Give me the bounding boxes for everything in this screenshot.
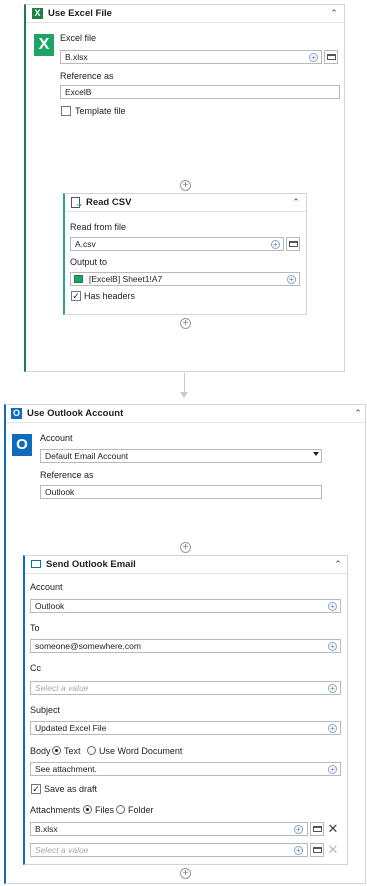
- flow-connector-line: [184, 373, 185, 393]
- save-as-draft-label: Save as draft: [44, 784, 98, 794]
- envelope-icon: [31, 560, 41, 568]
- attach-files-option: Files: [95, 805, 115, 815]
- body-add-icon[interactable]: +: [328, 765, 337, 774]
- output-value: [ExcelB] Sheet1!A7: [89, 274, 163, 284]
- use-outlook-account-card: O Use Outlook Account ⌃ O Account Defaul…: [4, 404, 366, 884]
- attach-folder-option: Folder: [128, 805, 154, 815]
- read-csv-chevron-icon[interactable]: ⌃: [290, 196, 302, 208]
- body-input[interactable]: See attachment.: [30, 762, 341, 776]
- outlook-card-title: Use Outlook Account: [27, 408, 124, 419]
- read-from-label: Read from file: [70, 222, 127, 232]
- has-headers-checkbox[interactable]: ✓: [71, 291, 81, 301]
- cc-add-icon[interactable]: +: [328, 684, 337, 693]
- subject-add-icon[interactable]: +: [328, 724, 337, 733]
- dropdown-arrow-icon[interactable]: [313, 452, 319, 456]
- cc-label: Cc: [30, 663, 41, 673]
- outlook-reference-input[interactable]: Outlook: [40, 485, 322, 499]
- send-email-title: Send Outlook Email: [46, 559, 136, 570]
- outlook-card-header[interactable]: O Use Outlook Account ⌃: [6, 405, 365, 423]
- email-account-label: Account: [30, 582, 63, 592]
- attachment-1-remove-icon[interactable]: ✕: [327, 822, 339, 836]
- template-file-checkbox[interactable]: [61, 106, 71, 116]
- send-email-header[interactable]: Send Outlook Email ⌃: [25, 556, 347, 574]
- attachment-1-add-icon[interactable]: +: [294, 825, 303, 834]
- read-csv-header[interactable]: ➜ Read CSV ⌃: [65, 194, 306, 212]
- to-add-icon[interactable]: +: [328, 642, 337, 651]
- excel-card-header[interactable]: X Use Excel File ⌃: [26, 5, 344, 23]
- cc-input[interactable]: Select a value: [30, 681, 341, 695]
- body-word-option: Use Word Document: [99, 746, 183, 756]
- to-input[interactable]: someone@somewhere.com: [30, 639, 341, 653]
- body-label: Body: [30, 746, 51, 756]
- email-account-add-icon[interactable]: +: [328, 602, 337, 611]
- attachment-2-add-icon[interactable]: +: [294, 846, 303, 855]
- account-label: Account: [40, 433, 73, 443]
- body-text-radio[interactable]: [52, 746, 61, 755]
- add-step-icon[interactable]: +: [180, 180, 191, 191]
- collapse-chevron-icon[interactable]: ⌃: [328, 7, 340, 19]
- output-to-input[interactable]: [ExcelB] Sheet1!A7: [70, 272, 300, 286]
- to-label: To: [30, 623, 40, 633]
- excel-card-title: Use Excel File: [48, 8, 112, 19]
- browse-folder-button[interactable]: [324, 50, 338, 64]
- excel-large-icon: X: [34, 34, 54, 56]
- reference-label: Reference as: [60, 71, 114, 81]
- excel-sheet-icon: [74, 275, 83, 283]
- use-excel-file-card: X Use Excel File ⌃ X Excel file B.xlsx +…: [24, 4, 345, 372]
- attachment-1-input[interactable]: B.xlsx: [30, 822, 308, 836]
- folder-icon: [313, 847, 322, 853]
- outlook-icon: O: [11, 408, 22, 419]
- template-file-label: Template file: [75, 106, 126, 116]
- folder-icon: [313, 826, 322, 832]
- read-csv-card: ➜ Read CSV ⌃ Read from file A.csv + Outp…: [63, 193, 307, 315]
- attach-files-radio[interactable]: [83, 805, 92, 814]
- read-from-input[interactable]: A.csv: [70, 237, 284, 251]
- flow-connector-arrow-icon: [180, 392, 188, 398]
- has-headers-label: Has headers: [84, 291, 136, 301]
- excel-icon: X: [32, 8, 43, 19]
- attachment-2-browse-button[interactable]: [310, 843, 324, 857]
- csv-arrow-icon: ➜: [76, 202, 82, 209]
- read-from-add-variable-icon[interactable]: +: [271, 240, 280, 249]
- reference-input[interactable]: ExcelB: [60, 85, 340, 99]
- outlook-add-step-icon[interactable]: +: [180, 542, 191, 553]
- attachment-1-browse-button[interactable]: [310, 822, 324, 836]
- add-step-icon-2[interactable]: +: [180, 318, 191, 329]
- read-from-browse-button[interactable]: [286, 237, 300, 251]
- account-select[interactable]: Default Email Account: [40, 449, 322, 463]
- folder-icon: [289, 241, 298, 247]
- body-word-radio[interactable]: [87, 746, 96, 755]
- excel-file-input[interactable]: B.xlsx: [60, 50, 322, 64]
- attachment-2-remove-icon[interactable]: ✕: [327, 843, 339, 857]
- outlook-large-icon: O: [12, 434, 32, 456]
- outlook-collapse-chevron-icon[interactable]: ⌃: [352, 407, 364, 419]
- body-text-option: Text: [64, 746, 81, 756]
- output-to-label: Output to: [70, 257, 108, 267]
- folder-icon: [327, 54, 336, 60]
- outlook-add-step-icon-2[interactable]: +: [180, 868, 191, 879]
- save-as-draft-checkbox[interactable]: ✓: [31, 784, 41, 794]
- outlook-reference-label: Reference as: [40, 470, 94, 480]
- attach-folder-radio[interactable]: [116, 805, 125, 814]
- read-csv-title: Read CSV: [86, 197, 132, 208]
- attachment-2-input[interactable]: Select a value: [30, 843, 308, 857]
- add-variable-icon[interactable]: +: [309, 53, 318, 62]
- subject-label: Subject: [30, 705, 61, 715]
- subject-input[interactable]: Updated Excel File: [30, 721, 341, 735]
- email-account-input[interactable]: Outlook: [30, 599, 341, 613]
- send-email-chevron-icon[interactable]: ⌃: [332, 558, 344, 570]
- output-add-variable-icon[interactable]: +: [287, 275, 296, 284]
- attachments-label: Attachments: [30, 805, 81, 815]
- excel-file-label: Excel file: [60, 33, 97, 43]
- send-outlook-email-card: Send Outlook Email ⌃ Account Outlook + T…: [23, 555, 348, 865]
